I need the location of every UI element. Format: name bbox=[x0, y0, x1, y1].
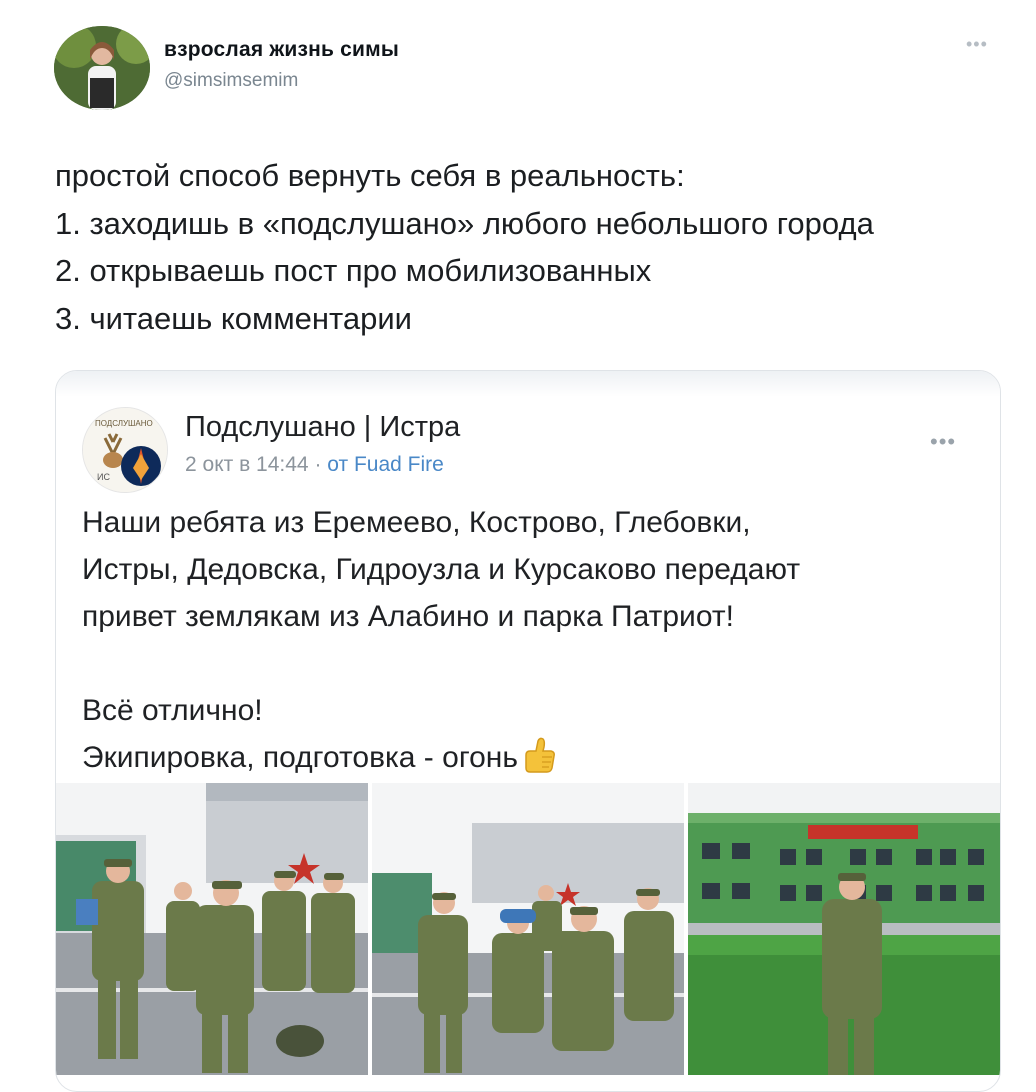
post-author-link[interactable]: от Fuad Fire bbox=[327, 453, 444, 476]
post-line: привет землякам из Алабино и парка Патри… bbox=[82, 600, 734, 633]
post-text: Наши ребята из Еремеево, Кострово, Глебо… bbox=[82, 499, 982, 781]
building-photo[interactable] bbox=[688, 783, 1000, 1075]
embedded-post[interactable]: ПОДСЛУШАНО ИС Подслушано | Истра 2 окт в… bbox=[55, 370, 1001, 1092]
group-photo-2[interactable] bbox=[372, 783, 684, 1075]
post-line: Экипировка, подготовка - огонь bbox=[82, 734, 982, 781]
tweet-line: 3. читаешь комментарии bbox=[55, 300, 412, 336]
tweet-line: 1. заходишь в «подслушано» любого неболь… bbox=[55, 205, 874, 241]
tweet-line: простой способ вернуть себя в реальность… bbox=[55, 158, 685, 193]
group-name[interactable]: Подслушано | Истра bbox=[185, 411, 460, 444]
tweet-text: простой способ вернуть себя в реальность… bbox=[55, 152, 1015, 342]
thumbs-up-icon bbox=[525, 737, 555, 773]
photo-gallery bbox=[56, 783, 1000, 1075]
svg-text:ПОДСЛУШАНО: ПОДСЛУШАНО bbox=[95, 419, 153, 428]
post-date[interactable]: 2 окт в 14:44 bbox=[185, 453, 309, 476]
more-options-icon[interactable]: ••• bbox=[966, 34, 988, 55]
tweet-line: 2. открываешь пост про мобилизованных bbox=[55, 253, 652, 288]
group-avatar[interactable]: ПОДСЛУШАНО ИС bbox=[82, 407, 168, 493]
author-avatar[interactable] bbox=[54, 26, 150, 110]
group-photo-1[interactable] bbox=[56, 783, 368, 1075]
meta-separator: · bbox=[308, 453, 328, 476]
embed-top-shadow bbox=[56, 371, 1000, 397]
author-name[interactable]: взрослая жизнь симы bbox=[164, 38, 399, 62]
svg-text:ИС: ИС bbox=[97, 472, 110, 482]
author-handle[interactable]: @simsimsemim bbox=[164, 70, 298, 92]
post-meta: 2 окт в 14:44 · от Fuad Fire bbox=[185, 453, 444, 477]
post-line-text: Экипировка, подготовка - огонь bbox=[82, 741, 518, 774]
post-line: Наши ребята из Еремеево, Кострово, Глебо… bbox=[82, 506, 751, 539]
more-options-icon[interactable]: ••• bbox=[930, 429, 956, 455]
post-line: Истры, Дедовска, Гидроузла и Курсаково п… bbox=[82, 553, 801, 586]
post-line: Всё отлично! bbox=[82, 694, 263, 727]
